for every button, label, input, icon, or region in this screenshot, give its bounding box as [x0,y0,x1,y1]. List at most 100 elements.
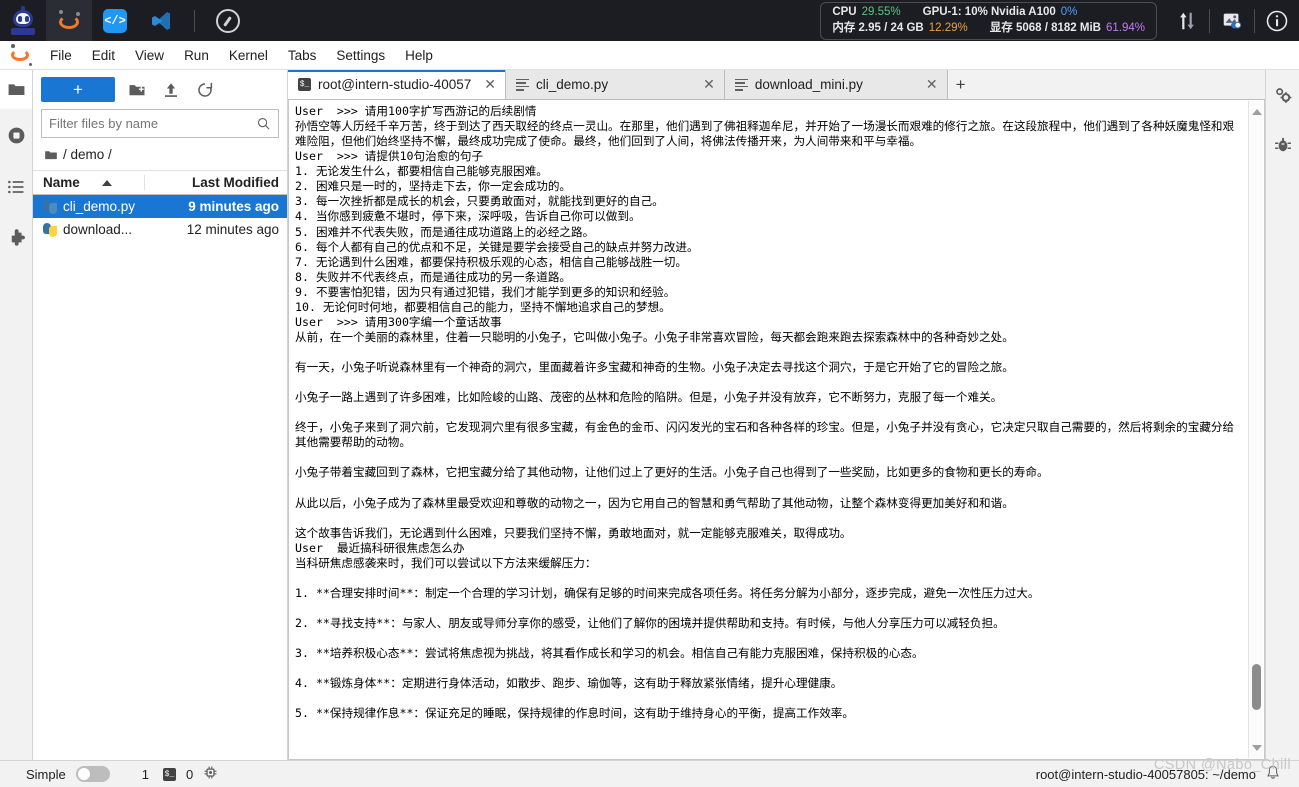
screenshot-icon [1223,13,1242,28]
tab-terminal[interactable]: $_ root@intern-studio-40057 ✕ [288,70,507,99]
new-launcher-button[interactable]: + [41,77,115,102]
kernel-count: 0 [185,766,194,782]
sidebar-item-running-terminals[interactable] [0,109,32,161]
close-icon[interactable]: ✕ [703,76,715,93]
file-filter-box[interactable] [41,109,279,138]
terminal-line: 1. **合理安排时间**：制定一个合理的学习计划，确保有足够的时间来完成各项任… [295,585,1040,600]
file-browser-toolbar: + [33,70,287,108]
sidebar-item-debugger[interactable] [1266,120,1299,170]
terminal-line: 当科研焦虑感袭来时，我们可以尝试以下方法来缓解压力： [295,555,597,570]
intern-studio-logo-button[interactable] [0,0,46,41]
kernel-status-button[interactable] [203,765,218,783]
terminal-panel[interactable]: User >>> 请用100字扩写西游记的后续剧情 孙悟空等人历经千辛万苦，终于到… [288,100,1265,760]
terminal-line: 10. 无论何时何地，都要相信自己的能力，坚持不懈地追求自己的梦想。 [295,299,671,314]
vscode-icon [152,11,170,30]
upload-icon [165,82,177,97]
property-inspector-icon [1275,88,1291,103]
stats-row-bottom: 内存 2.95 / 24 GB 12.29% 显存 5068 / 8182 Mi… [832,19,1145,35]
vscode-button[interactable] [138,0,184,41]
code-server-icon: </> [103,8,127,33]
jupyterlab-logo-icon [8,43,34,67]
menu-view[interactable]: View [125,44,174,67]
terminal-line: 2. **寻找支持**：与家人、朋友或导师分享你的感受，让他们了解你的困境并提供… [295,616,1005,630]
scroll-down-button[interactable] [1249,740,1264,755]
info-button[interactable] [1255,0,1299,41]
new-tab-button[interactable]: + [948,70,974,99]
column-header-last-modified[interactable]: Last Modified [145,175,287,190]
menu-edit[interactable]: Edit [82,44,125,67]
menu-settings[interactable]: Settings [326,44,395,67]
tab-label: download_mini.py [754,77,863,92]
terminal-path-status: root@intern-studio-40057805: ~/demo [1035,766,1256,782]
upload-files-button[interactable] [159,78,183,102]
toggle-knob [77,768,90,780]
scrollbar-thumb[interactable] [1252,664,1261,710]
menu-help[interactable]: Help [395,44,443,67]
terminal-output[interactable]: User >>> 请用100字扩写西游记的后续剧情 孙悟空等人历经千辛万苦，终于到… [295,104,1236,757]
status-bar-right: root@intern-studio-40057805: ~/demo CSDN… [1035,757,1299,784]
terminal-line: 这个故事告诉我们，无论遇到什么困难，只要我们坚持不懈，勇敢地面对，就一定能够克服… [295,525,852,540]
vram-label: 显存 5068 / 8182 MiB [989,21,1101,34]
tab-label: cli_demo.py [536,77,609,92]
folder-icon [45,150,57,159]
refresh-icon [198,82,213,97]
scroll-up-button[interactable] [1249,104,1264,119]
simple-mode-toggle[interactable] [75,766,110,782]
python-file-icon [43,199,57,214]
terminal-line: 5. **保持规律作息**：保证充足的睡眠，保持规律的作息时间，这有助于维持身心… [295,706,854,721]
menu-tabs[interactable]: Tabs [278,44,327,67]
screenshot-button[interactable] [1210,0,1254,41]
compass-button[interactable] [205,0,251,41]
triangle-down-icon [1251,744,1262,751]
menu-run[interactable]: Run [174,44,219,67]
jupyter-app-button[interactable] [46,0,92,41]
text-file-icon [516,78,530,91]
gpu-group: GPU-1: 10% Nvidia A100 0% [923,6,1078,18]
file-filter-input[interactable] [49,116,256,131]
upload-download-button[interactable] [1165,0,1209,41]
close-icon[interactable]: ✕ [484,76,496,93]
terminal-scrollbar[interactable] [1248,101,1263,758]
sidebar-item-file-browser[interactable] [0,70,32,109]
system-stats-box: CPU 29.55% GPU-1: 10% Nvidia A100 0% 内存 … [820,1,1157,40]
open-tabs-count: 1 [141,766,149,782]
file-modified-cell: 9 minutes ago [188,199,279,214]
sidebar-item-property-inspector[interactable] [1266,70,1299,120]
refresh-file-list-button[interactable] [193,78,217,102]
code-server-button[interactable]: </> [92,0,138,41]
file-list-item[interactable]: cli_demo.py 9 minutes ago [33,195,287,218]
sidebar-item-table-of-contents[interactable] [0,161,32,213]
file-browser-panel: + Filter files by name / demo / Name Las… [33,70,288,760]
right-sidebar-rail [1265,70,1299,760]
left-sidebar-rail [0,70,33,760]
terminal-line: 7. 无论遇到什么困难，都要保持积极乐观的心态，相信自己能够战胜一切。 [295,254,687,269]
terminal-icon: $_ [298,78,311,91]
notification-bell-icon [1267,765,1279,779]
cpu-value: 29.55% [861,5,901,18]
terminal-line: 2. 困难只是一时的，坚持走下去，你一定会成功的。 [295,179,572,194]
menu-file[interactable]: File [40,44,82,67]
topbar-right-actions [1165,0,1299,41]
breadcrumb[interactable]: / demo / [33,138,287,170]
sidebar-item-extension-manager[interactable] [0,213,32,265]
file-list-item[interactable]: download... 12 minutes ago [33,218,287,241]
menu-kernel[interactable]: Kernel [219,44,278,67]
breadcrumb-path: / demo / [63,147,112,162]
search-icon [257,117,270,130]
compass-icon [216,8,240,33]
new-folder-button[interactable] [125,78,149,102]
memory-label: 内存 2.95 / 24 GB [832,21,924,34]
notification-button[interactable] [1265,764,1281,784]
tab-download-mini[interactable]: download_mini.py ✕ [724,70,948,99]
tab-cli-demo[interactable]: cli_demo.py ✕ [506,70,725,99]
terminal-icon: $_ [162,767,176,781]
terminal-line: 小兔子一路上遇到了许多困难，比如险峻的山路、茂密的丛林和危险的陷阱。但是，小兔子… [295,390,1003,405]
python-file-icon [43,222,57,237]
column-header-name[interactable]: Name [33,175,145,190]
close-icon[interactable]: ✕ [926,76,938,93]
